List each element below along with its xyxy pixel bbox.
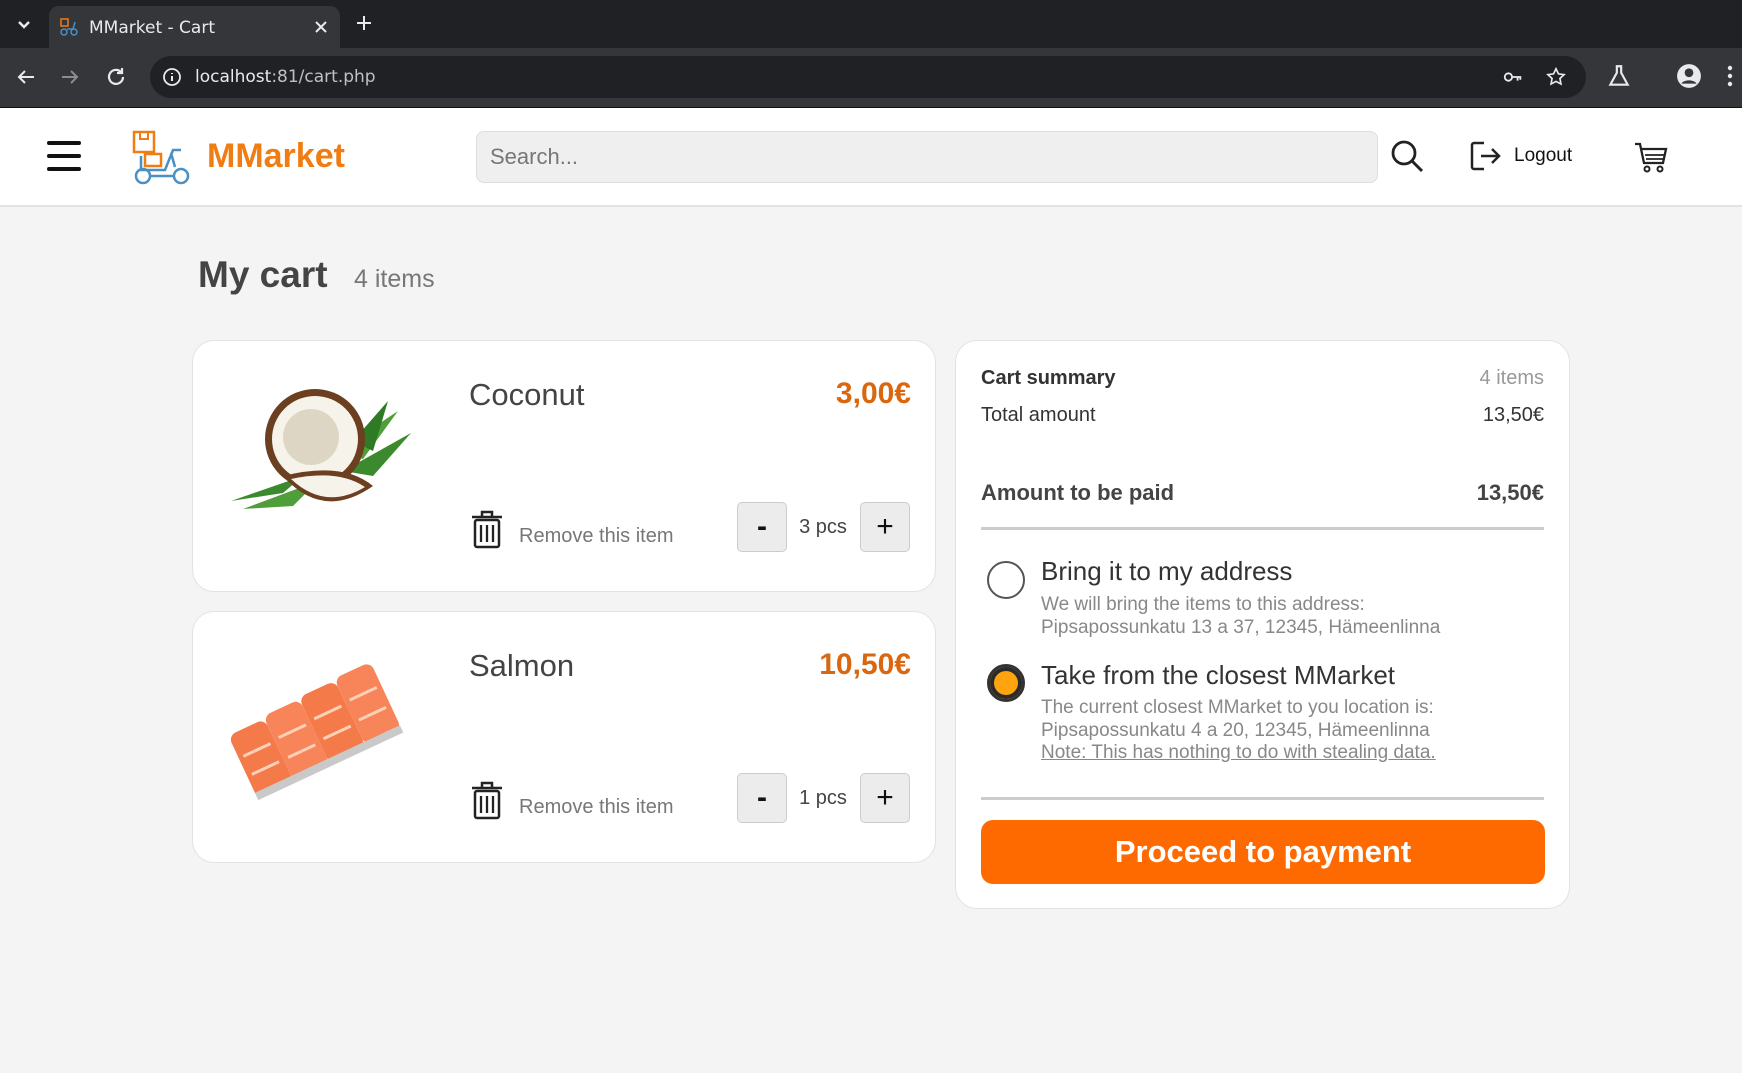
address-bar[interactable]: localhost:81/cart.php (150, 56, 1586, 98)
data-note-link[interactable]: Note: This has nothing to do with steali… (1041, 742, 1436, 764)
tab-search-chevron-icon[interactable] (12, 12, 36, 36)
total-amount-label: Total amount (981, 404, 1096, 426)
browser-menu-icon[interactable] (1720, 63, 1740, 89)
scooter-favicon-icon (60, 18, 78, 36)
summary-divider (981, 797, 1544, 800)
logout-icon (1470, 141, 1501, 171)
total-amount-row: Total amount 13,50€ (981, 404, 1544, 427)
increase-quantity-button[interactable]: + (860, 773, 910, 823)
item-name[interactable]: Coconut (469, 377, 584, 413)
amount-to-pay-value: 13,50€ (1476, 480, 1544, 505)
delivery-address-value: Pipsapossunkatu 13 a 37, 12345, Hämeenli… (1041, 617, 1441, 638)
remove-item-link[interactable]: Remove this item (519, 525, 674, 548)
amount-to-pay-row: Amount to be paid 13,50€ (981, 480, 1544, 506)
site-header: MMarket Logout (0, 108, 1742, 207)
new-tab-icon[interactable] (354, 13, 374, 33)
close-tab-icon[interactable] (312, 18, 330, 36)
reload-icon[interactable] (104, 65, 128, 89)
browser-toolbar: localhost:81/cart.php (0, 48, 1742, 108)
browser-tab[interactable]: MMarket - Cart (49, 6, 340, 48)
delivery-scooter-logo-icon[interactable] (131, 129, 195, 187)
labs-flask-icon[interactable] (1606, 63, 1632, 89)
pickup-store-desc: The current closest MMarket to you locat… (1041, 697, 1434, 718)
search-input[interactable] (476, 131, 1378, 183)
cart-item-salmon: Salmon 10,50€ Remove this item - 1 pcs + (192, 611, 936, 863)
pickup-store-radio[interactable] (987, 664, 1025, 702)
tab-title: MMarket - Cart (89, 18, 215, 38)
bookmark-star-icon[interactable] (1545, 66, 1567, 88)
browser-tab-bar: MMarket - Cart (0, 0, 1742, 48)
site-info-icon[interactable] (162, 67, 182, 87)
item-name[interactable]: Salmon (469, 648, 574, 684)
summary-divider (981, 527, 1544, 530)
profile-avatar-icon[interactable] (1676, 63, 1702, 89)
summary-title: Cart summary (981, 367, 1116, 389)
salmon-product-image[interactable] (223, 652, 413, 802)
summary-header: Cart summary 4 items (981, 367, 1544, 390)
forward-arrow-icon[interactable] (58, 65, 82, 89)
decrease-quantity-button[interactable]: - (737, 502, 787, 552)
total-amount-value: 13,50€ (1482, 404, 1544, 426)
shopping-cart-icon[interactable] (1633, 139, 1669, 175)
cart-summary-panel: Cart summary 4 items Total amount 13,50€… (955, 340, 1570, 909)
delivery-address-desc: We will bring the items to this address: (1041, 594, 1365, 615)
password-key-icon[interactable] (1502, 66, 1524, 88)
logout-button[interactable]: Logout (1468, 138, 1572, 174)
increase-quantity-button[interactable]: + (860, 502, 910, 552)
hamburger-menu-icon[interactable] (47, 141, 81, 173)
summary-item-count: 4 items (1479, 367, 1544, 389)
amount-to-pay-label: Amount to be paid (981, 480, 1175, 505)
trash-icon[interactable] (470, 780, 504, 820)
coconut-product-image[interactable] (223, 381, 413, 531)
quantity-value: 1 pcs (799, 787, 847, 809)
trash-icon[interactable] (470, 509, 504, 549)
decrease-quantity-button[interactable]: - (737, 773, 787, 823)
logo-text[interactable]: MMarket (207, 137, 345, 176)
remove-item-link[interactable]: Remove this item (519, 796, 674, 819)
cart-item-coconut: Coconut 3,00€ Remove this item - 3 pcs + (192, 340, 936, 592)
cart-item-count: 4 items (354, 265, 435, 293)
quantity-value: 3 pcs (799, 516, 847, 538)
back-arrow-icon[interactable] (14, 65, 38, 89)
pickup-store-address: Pipsapossunkatu 4 a 20, 12345, Hämeenlin… (1041, 720, 1430, 741)
proceed-to-payment-button[interactable]: Proceed to payment (981, 820, 1545, 884)
url-text: localhost:81/cart.php (195, 67, 376, 87)
logout-label: Logout (1514, 145, 1573, 166)
item-price: 3,00€ (835, 377, 911, 410)
page-title: My cart (198, 254, 328, 295)
search-icon[interactable] (1389, 138, 1425, 174)
item-price: 10,50€ (819, 648, 911, 681)
pickup-store-title[interactable]: Take from the closest MMarket (1041, 660, 1395, 691)
delivery-address-title[interactable]: Bring it to my address (1041, 556, 1292, 587)
delivery-address-radio[interactable] (987, 561, 1025, 599)
